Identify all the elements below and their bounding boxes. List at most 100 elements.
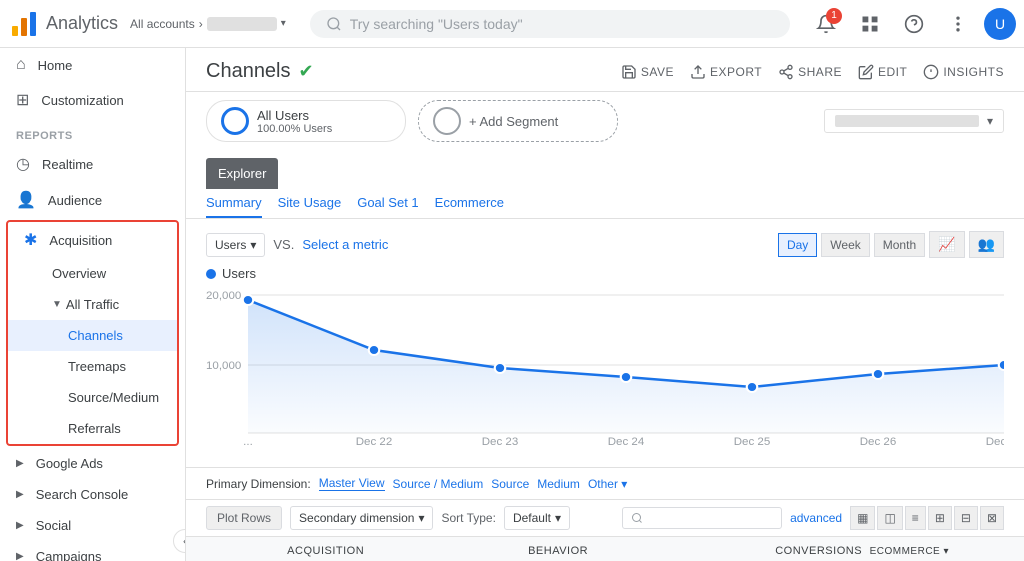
clock-icon: ◷ <box>16 154 30 174</box>
add-segment-label: + Add Segment <box>469 114 558 129</box>
users-metric-dropdown[interactable]: Users ▾ <box>206 233 265 257</box>
sidebar-item-google-ads[interactable]: ▶ Google Ads <box>0 448 185 479</box>
sort-default-dropdown[interactable]: Default ▾ <box>504 506 570 530</box>
explorer-section: Explorer Summary Site Usage Goal Set 1 E… <box>186 150 1024 219</box>
avatar[interactable]: U <box>984 8 1016 40</box>
source-link[interactable]: Source <box>491 477 529 491</box>
sidebar-item-acquisition[interactable]: ✱ Acquisition <box>8 222 177 258</box>
notification-button[interactable]: 1 <box>808 6 844 42</box>
segment-name: All Users <box>257 108 332 123</box>
tab-ecommerce[interactable]: Ecommerce <box>435 195 504 218</box>
acquisition-icon: ✱ <box>24 230 37 250</box>
tab-goal-set[interactable]: Goal Set 1 <box>357 195 418 218</box>
acquisition-header: Acquisition <box>277 537 518 561</box>
add-segment-button[interactable]: + Add Segment <box>418 100 618 142</box>
sidebar-item-campaigns[interactable]: ▶ Campaigns <box>0 541 185 561</box>
sidebar-item-overview[interactable]: Overview <box>8 258 177 289</box>
date-range-chevron: ▾ <box>987 114 993 128</box>
segment-circle-icon <box>221 107 249 135</box>
share-button[interactable]: SHARE <box>778 64 842 80</box>
ecommerce-badge[interactable]: eCommerce ▾ <box>870 546 949 557</box>
sidebar-realtime-label: Realtime <box>42 157 93 172</box>
tab-summary[interactable]: Summary <box>206 195 262 218</box>
term-cloud-button[interactable]: ⊞ <box>928 506 952 530</box>
sidebar-item-audience[interactable]: 👤 Audience <box>0 182 185 218</box>
svg-text:...: ... <box>243 436 253 445</box>
svg-text:Dec 27: Dec 27 <box>986 436 1004 445</box>
all-users-segment[interactable]: All Users 100.00% Users <box>206 100 406 142</box>
edit-button[interactable]: EDIT <box>858 64 907 80</box>
date-range-selector[interactable]: ▾ <box>824 109 1004 133</box>
sidebar-item-social[interactable]: ▶ Social <box>0 510 185 541</box>
bar-chart-button[interactable]: 👥 <box>969 231 1004 258</box>
legend-dot <box>206 269 216 279</box>
expand-icon-social: ▶ <box>16 520 24 531</box>
search-bar[interactable]: Try searching "Users today" <box>310 10 790 38</box>
app-title: Analytics <box>46 13 118 34</box>
month-button[interactable]: Month <box>874 233 925 257</box>
scorecard-button[interactable]: ⊟ <box>954 506 978 530</box>
sidebar-item-treemaps[interactable]: Treemaps <box>8 351 177 382</box>
source-medium-link[interactable]: Source / Medium <box>393 477 484 491</box>
sidebar-campaigns-label: Campaigns <box>36 549 102 561</box>
account-nav[interactable]: All accounts › ▾ <box>130 17 286 31</box>
notification-badge: 1 <box>826 8 842 24</box>
sidebar-item-customization[interactable]: ⊞ Customization <box>0 82 185 118</box>
sidebar: ⌂ Home ⊞ Customization REPORTS ◷ Realtim… <box>0 48 186 561</box>
line-chart-button[interactable]: 📈 <box>929 231 964 258</box>
sidebar-treemaps-label: Treemaps <box>68 359 126 374</box>
medium-link[interactable]: Medium <box>537 477 580 491</box>
week-button[interactable]: Week <box>821 233 869 257</box>
master-view-link[interactable]: Master View <box>319 476 385 491</box>
sub-tabs: Summary Site Usage Goal Set 1 Ecommerce <box>206 189 1004 218</box>
sidebar-item-search-console[interactable]: ▶ Search Console <box>0 479 185 510</box>
sidebar-item-channels[interactable]: Channels <box>8 320 177 351</box>
segment-row: All Users 100.00% Users + Add Segment ▾ <box>186 92 1024 150</box>
plot-rows-button[interactable]: Plot Rows <box>206 506 282 530</box>
secondary-dimension-dropdown[interactable]: Secondary dimension ▾ <box>290 506 433 530</box>
select-metric[interactable]: Select a metric <box>302 237 388 252</box>
svg-text:Dec 24: Dec 24 <box>608 436 645 445</box>
date-range-text <box>835 115 979 127</box>
logo-area: Analytics <box>8 8 118 40</box>
day-button[interactable]: Day <box>778 233 817 257</box>
save-button[interactable]: SAVE <box>621 64 674 80</box>
svg-text:Dec 26: Dec 26 <box>860 436 897 445</box>
svg-text:Dec 25: Dec 25 <box>734 436 771 445</box>
insights-button[interactable]: INSIGHTS <box>923 64 1004 80</box>
sidebar-google-ads-label: Google Ads <box>36 456 103 471</box>
sort-type-label: Sort Type: <box>441 511 495 525</box>
other-link[interactable]: Other ▾ <box>588 477 627 491</box>
apps-button[interactable] <box>852 6 888 42</box>
grid-icon <box>860 14 880 34</box>
comparison-view-button[interactable]: ≡ <box>905 506 926 530</box>
expand-icon-search-console: ▶ <box>16 489 24 500</box>
tab-site-usage[interactable]: Site Usage <box>278 195 342 218</box>
sidebar-item-home[interactable]: ⌂ Home <box>0 48 185 82</box>
help-button[interactable] <box>896 6 932 42</box>
explorer-tab[interactable]: Explorer <box>206 158 278 189</box>
sidebar-item-referrals[interactable]: Referrals <box>8 413 177 444</box>
more-button[interactable] <box>940 6 976 42</box>
sidebar-customization-label: Customization <box>41 93 123 108</box>
checkbox-header[interactable] <box>186 537 219 561</box>
sidebar-item-all-traffic[interactable]: ▼ All Traffic <box>8 289 177 320</box>
table-search-input[interactable] <box>622 507 782 529</box>
sidebar-referrals-label: Referrals <box>68 421 121 436</box>
sidebar-item-source-medium[interactable]: Source/Medium <box>8 382 177 413</box>
primary-dimension-label: Primary Dimension: <box>206 477 311 491</box>
insights-icon <box>923 64 939 80</box>
pivot-view-button[interactable]: ◫ <box>877 506 902 530</box>
help-icon <box>904 14 924 34</box>
grid-view-button[interactable]: ▦ <box>850 506 875 530</box>
sidebar-item-realtime[interactable]: ◷ Realtime <box>0 146 185 182</box>
advanced-link[interactable]: advanced <box>790 511 842 525</box>
behavior-header: Behavior <box>518 537 765 561</box>
table-view-button[interactable]: ⊠ <box>980 506 1004 530</box>
sidebar-channels-label: Channels <box>68 328 123 343</box>
page-title: Channels <box>206 60 291 83</box>
export-button[interactable]: EXPORT <box>690 64 762 80</box>
chart-wrapper: 20,000 10,000 <box>206 285 1004 455</box>
line-chart: 20,000 10,000 <box>206 285 1004 445</box>
expand-icon-google-ads: ▶ <box>16 458 24 469</box>
